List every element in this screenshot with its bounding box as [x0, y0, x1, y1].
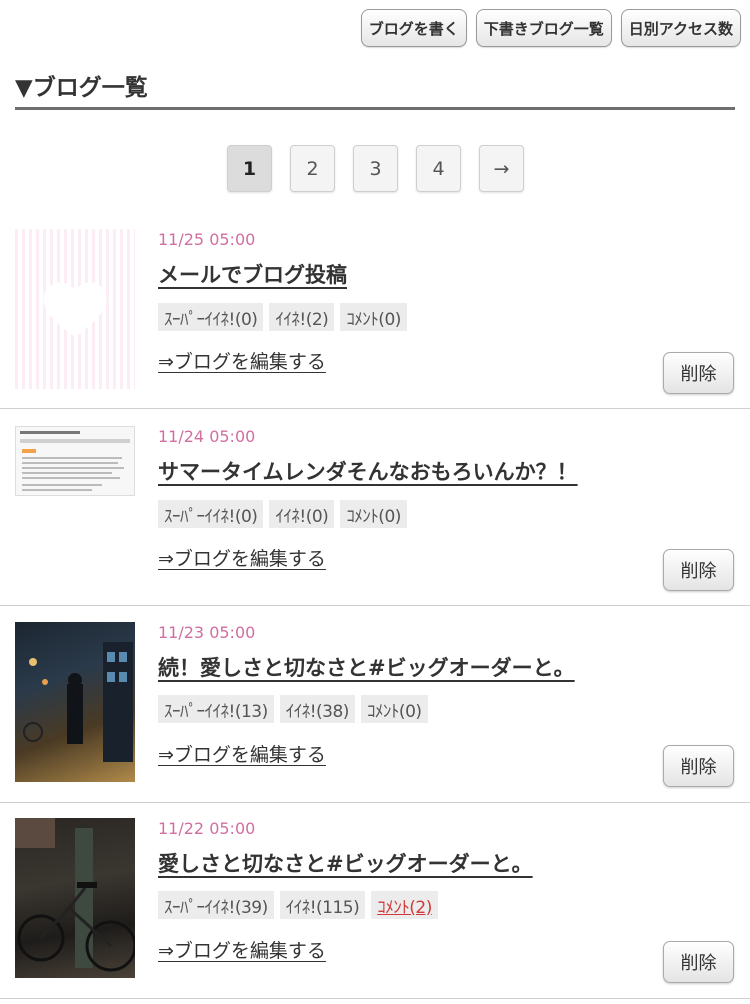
page-4-button[interactable]: 4 [416, 145, 461, 192]
edit-blog-link[interactable]: ⇒ブログを編集する [158, 544, 326, 571]
entry-stats: ｽｰﾊﾟｰｲｲﾈ!(13) ｲｲﾈ!(38) ｺﾒﾝﾄ(0) [158, 695, 428, 723]
like-count: ｲｲﾈ!(38) [279, 695, 355, 723]
delete-button[interactable]: 削除 [663, 941, 734, 983]
page-title: ▼ブログ一覧 [15, 68, 735, 110]
blog-entry: 11/22 05:00 愛しさと切なさと#ビッグオーダーと。 ｽｰﾊﾟｰｲｲﾈ!… [0, 802, 750, 999]
comment-count[interactable]: ｺﾒﾝﾄ(2) [371, 891, 438, 919]
entry-date: 11/23 05:00 [158, 623, 256, 642]
bicycle-photo-icon [15, 818, 135, 972]
like-count: ｲｲﾈ!(0) [269, 500, 335, 528]
entry-thumbnail[interactable] [15, 818, 135, 978]
page-1-button[interactable]: 1 [227, 145, 272, 192]
pagination: 1 2 3 4 → [227, 145, 524, 192]
delete-button[interactable]: 削除 [663, 352, 734, 394]
daily-access-button[interactable]: 日別アクセス数 [620, 9, 741, 47]
entry-thumbnail[interactable] [15, 426, 135, 496]
delete-button[interactable]: 削除 [663, 549, 734, 591]
blog-entry: 11/24 05:00 サマータイムレンダそんなおもろいんか？！ ｽｰﾊﾟｰｲｲ… [0, 409, 750, 606]
blog-entry: 11/23 05:00 続！愛しさと切なさと#ビッグオーダーと。 ｽｰﾊﾟｰｲｲ… [0, 606, 750, 803]
entry-stats: ｽｰﾊﾟｰｲｲﾈ!(0) ｲｲﾈ!(0) ｺﾒﾝﾄ(0) [158, 500, 407, 528]
super-like-count: ｽｰﾊﾟｰｲｲﾈ!(39) [158, 891, 274, 919]
edit-blog-link[interactable]: ⇒ブログを編集する [158, 936, 326, 963]
write-blog-button[interactable]: ブログを書く [360, 9, 467, 47]
delete-button[interactable]: 削除 [663, 745, 734, 787]
comment-count: ｺﾒﾝﾄ(0) [340, 303, 407, 331]
blog-entry: 11/25 05:00 メールでブログ投稿 ｽｰﾊﾟｰｲｲﾈ!(0) ｲｲﾈ!(… [0, 212, 750, 409]
entry-title[interactable]: 愛しさと切なさと#ビッグオーダーと。 [158, 848, 533, 878]
entry-date: 11/22 05:00 [158, 819, 256, 838]
like-count: ｲｲﾈ!(115) [279, 891, 366, 919]
edit-blog-link[interactable]: ⇒ブログを編集する [158, 347, 326, 374]
heart-icon [43, 282, 107, 337]
page-2-button[interactable]: 2 [290, 145, 335, 192]
drafts-button[interactable]: 下書きブログ一覧 [475, 9, 612, 47]
entry-title[interactable]: サマータイムレンダそんなおもろいんか？！ [158, 456, 578, 486]
edit-blog-link[interactable]: ⇒ブログを編集する [158, 740, 326, 767]
entry-thumbnail[interactable] [15, 622, 135, 782]
like-count: ｲｲﾈ!(2) [269, 303, 335, 331]
entry-stats: ｽｰﾊﾟｰｲｲﾈ!(0) ｲｲﾈ!(2) ｺﾒﾝﾄ(0) [158, 303, 407, 331]
super-like-count: ｽｰﾊﾟｰｲｲﾈ!(0) [158, 500, 264, 528]
entry-stats: ｽｰﾊﾟｰｲｲﾈ!(39) ｲｲﾈ!(115) ｺﾒﾝﾄ(2) [158, 891, 438, 919]
document-preview-icon [20, 431, 130, 491]
entry-date: 11/24 05:00 [158, 427, 256, 446]
street-photo-icon [23, 642, 133, 762]
comment-count: ｺﾒﾝﾄ(0) [340, 500, 407, 528]
page-3-button[interactable]: 3 [353, 145, 398, 192]
super-like-count: ｽｰﾊﾟｰｲｲﾈ!(0) [158, 303, 264, 331]
entry-title[interactable]: 続！愛しさと切なさと#ビッグオーダーと。 [158, 652, 575, 682]
next-page-button[interactable]: → [479, 145, 524, 192]
top-button-bar: ブログを書く 下書きブログ一覧 日別アクセス数 [360, 9, 741, 47]
entry-date: 11/25 05:00 [158, 230, 256, 249]
comment-count: ｺﾒﾝﾄ(0) [360, 695, 428, 723]
entry-thumbnail[interactable] [15, 229, 135, 389]
super-like-count: ｽｰﾊﾟｰｲｲﾈ!(13) [158, 695, 274, 723]
entry-title[interactable]: メールでブログ投稿 [158, 259, 347, 289]
